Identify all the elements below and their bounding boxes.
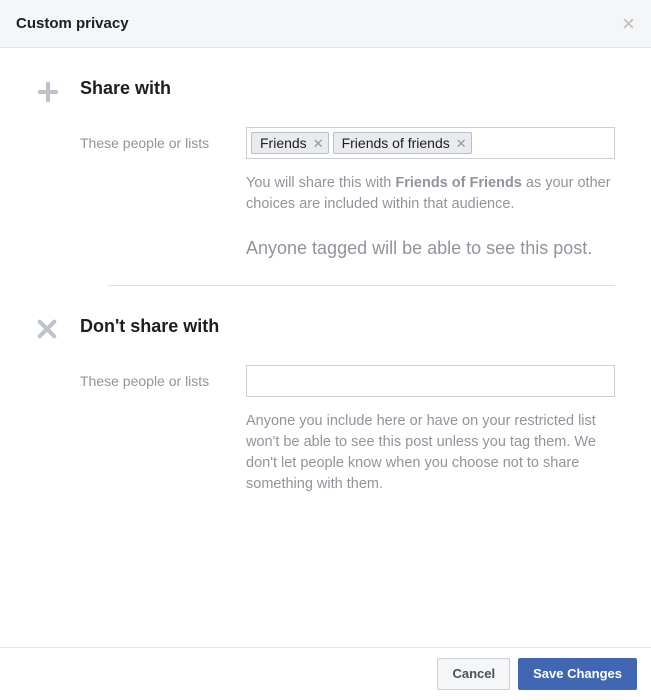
share-with-helper: You will share this with Friends of Frie… bbox=[246, 173, 615, 215]
dialog-footer: Cancel Save Changes bbox=[0, 647, 651, 700]
share-with-title: Share with bbox=[80, 78, 615, 99]
plus-icon bbox=[36, 80, 64, 104]
tagged-note: Anyone tagged will be able to see this p… bbox=[246, 235, 615, 261]
dialog-content: Share with These people or lists Friends… bbox=[0, 48, 651, 539]
token-label: Friends of friends bbox=[342, 135, 450, 151]
share-with-input[interactable]: Friends ✕ Friends of friends ✕ bbox=[246, 127, 615, 159]
dont-share-with-label: These people or lists bbox=[80, 365, 246, 389]
token-label: Friends bbox=[260, 135, 307, 151]
token-friends[interactable]: Friends ✕ bbox=[251, 132, 329, 154]
dont-share-with-helper: Anyone you include here or have on your … bbox=[246, 411, 615, 495]
section-divider bbox=[108, 285, 615, 286]
x-icon bbox=[36, 318, 64, 340]
cancel-button[interactable]: Cancel bbox=[437, 658, 510, 690]
share-with-section: Share with These people or lists Friends… bbox=[36, 78, 615, 261]
remove-token-icon[interactable]: ✕ bbox=[456, 137, 467, 150]
dont-share-with-input[interactable] bbox=[246, 365, 615, 397]
dialog-title: Custom privacy bbox=[16, 15, 129, 32]
save-changes-button[interactable]: Save Changes bbox=[518, 658, 637, 690]
dont-share-with-title: Don't share with bbox=[80, 316, 615, 337]
share-with-label: These people or lists bbox=[80, 127, 246, 151]
remove-token-icon[interactable]: ✕ bbox=[313, 137, 324, 150]
close-icon[interactable]: × bbox=[622, 13, 635, 35]
dialog-header: Custom privacy × bbox=[0, 0, 651, 48]
dont-share-with-section: Don't share with These people or lists A… bbox=[36, 316, 615, 495]
token-friends-of-friends[interactable]: Friends of friends ✕ bbox=[333, 132, 472, 154]
